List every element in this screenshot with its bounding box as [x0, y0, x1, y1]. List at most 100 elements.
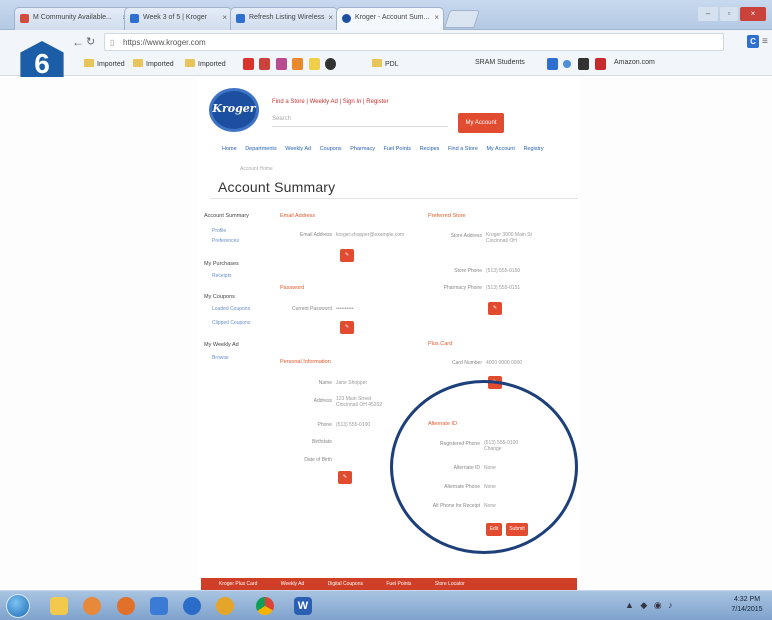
chrome-icon[interactable] [256, 597, 274, 615]
close-tab-icon[interactable]: × [434, 13, 439, 22]
minimize-button[interactable]: – [698, 7, 718, 21]
nav-item-fuel-points[interactable]: Fuel Points [384, 146, 412, 152]
nav-item-coupons[interactable]: Coupons [320, 146, 342, 152]
back-arrow-icon[interactable]: ← [72, 35, 84, 49]
system-tray-icons[interactable]: ▲ ◆ ◉ ♪ [625, 600, 675, 611]
store-label: Pharmacy Phone [443, 285, 482, 291]
start-button[interactable] [6, 594, 30, 618]
bookmark-icon[interactable] [325, 58, 336, 70]
bookmark-icon[interactable] [547, 58, 558, 70]
bookmark-label: Imported [198, 61, 226, 68]
nav-item-find-store[interactable]: Find a Store [448, 146, 478, 152]
sidebar-subitem[interactable]: Clipped Coupons [212, 320, 250, 326]
browser-tab-2[interactable]: Week 3 of 5 | Kroger × [124, 7, 232, 30]
bookmark-icon[interactable] [595, 58, 606, 70]
title-divider [210, 198, 578, 199]
sidebar-subitem[interactable]: Browse [212, 355, 229, 361]
folder-icon [372, 59, 382, 67]
browser-tab-1[interactable]: M Community Available... × [14, 7, 132, 30]
edit-password-button[interactable]: ✎ [340, 321, 354, 334]
nav-item-weekly-ad[interactable]: Weekly Ad [285, 146, 311, 152]
bookmark-folder-imported-2[interactable]: Imported [133, 59, 174, 68]
footer-link[interactable]: Digital Coupons [328, 581, 363, 587]
close-tab-icon[interactable]: × [328, 13, 333, 22]
extension-icon[interactable]: C [747, 35, 759, 48]
password-section-title: Password [280, 285, 305, 291]
footer-link[interactable]: Kroger Plus Card [219, 581, 257, 587]
bookmark-folder-imported-3[interactable]: Imported [185, 59, 226, 68]
close-window-button[interactable]: × [740, 7, 766, 21]
bookmark-icon[interactable] [563, 60, 571, 68]
sidebar-subitem[interactable]: Loaded Coupons [212, 306, 250, 312]
firefox-icon[interactable] [117, 597, 135, 615]
plus-card-section-title: Plus Card [428, 341, 453, 347]
new-tab-button[interactable] [444, 10, 480, 28]
browser-tab-4-active[interactable]: Kroger - Account Sum... × [336, 7, 444, 30]
maximize-button[interactable]: ▫ [720, 7, 738, 21]
bookmark-sram-students[interactable]: SRAM Students [475, 59, 525, 66]
close-tab-icon[interactable]: × [222, 13, 227, 22]
taskbar-clock[interactable]: 4:32 PM 7/14/2015 [728, 595, 766, 615]
bookmark-label: SRAM Students [475, 59, 525, 66]
bookmark-folder-imported-1[interactable]: Imported [84, 59, 125, 68]
nav-item-departments[interactable]: Departments [245, 146, 277, 152]
tab-label: Week 3 of 5 | Kroger [143, 14, 207, 21]
browser-toolbar: ← ↻ ▯ https://www.kroger.com [0, 30, 772, 54]
sidebar-item-my-purchases[interactable]: My Purchases [204, 261, 239, 267]
browser-menu-icon[interactable]: ≡ [762, 36, 768, 47]
step-badge-number: 6 [34, 48, 50, 79]
window-controls: – ▫ × [696, 3, 766, 21]
kroger-favicon-icon [342, 14, 351, 23]
address-bar[interactable]: ▯ https://www.kroger.com [104, 33, 724, 51]
edit-email-button[interactable]: ✎ [340, 249, 354, 262]
reload-icon[interactable]: ↻ [86, 35, 95, 48]
personal-info-label: Date of Birth [304, 457, 332, 463]
edit-personal-info-button[interactable]: ✎ [338, 471, 352, 484]
bookmark-icon[interactable] [259, 58, 270, 70]
tab-label: M Community Available... [33, 14, 112, 21]
app-icon[interactable] [150, 597, 168, 615]
email-label: Email Address [300, 232, 332, 238]
nav-item-registry[interactable]: Registry [523, 146, 543, 152]
sidebar-item-my-coupons[interactable]: My Coupons [204, 294, 235, 300]
sidebar-item-account-summary[interactable]: Account Summary [204, 213, 249, 219]
password-label: Current Password [291, 306, 332, 312]
my-account-button[interactable]: My Account [458, 113, 504, 133]
sidebar-item-my-weekly-ad[interactable]: My Weekly Ad [204, 342, 239, 348]
sidebar-subitem[interactable]: Receipts [212, 273, 231, 279]
bookmark-icon[interactable] [309, 58, 320, 70]
ie-icon[interactable] [183, 597, 201, 615]
annotation-highlight-circle [390, 380, 578, 554]
word-icon[interactable]: W [294, 597, 312, 615]
sidebar-subitem[interactable]: Profile [212, 228, 226, 234]
email-section-title: Email Address [280, 213, 316, 219]
nav-item-my-account[interactable]: My Account [486, 146, 514, 152]
bookmark-icon[interactable] [578, 58, 589, 70]
browser-tab-bar: M Community Available... × Week 3 of 5 |… [0, 0, 772, 30]
nav-item-pharmacy[interactable]: Pharmacy [350, 146, 375, 152]
sidebar-subitem[interactable]: Preferences [212, 238, 239, 244]
header-links[interactable]: Find a Store | Weekly Ad | Sign In | Reg… [272, 99, 389, 105]
footer-link[interactable]: Weekly Ad [281, 581, 305, 587]
bookmark-icon[interactable] [243, 58, 254, 70]
bookmark-folder-pdl[interactable]: PDL [372, 59, 399, 68]
edit-pencil-icon: ✎ [492, 305, 498, 311]
explorer-folder-icon[interactable] [50, 597, 68, 615]
bookmark-icon[interactable] [276, 58, 287, 70]
footer-link[interactable]: Fuel Points [386, 581, 411, 587]
nav-item-recipes[interactable]: Recipes [420, 146, 440, 152]
footer-link[interactable]: Store Locator [435, 581, 465, 587]
media-player-icon[interactable] [83, 597, 101, 615]
site-search-input[interactable]: Search [272, 113, 448, 127]
personal-info-value: 123 Main Street Cincinnati OH 45202 [336, 396, 383, 408]
edit-store-button[interactable]: ✎ [488, 302, 502, 315]
bookmark-icon[interactable] [292, 58, 303, 70]
app-icon[interactable] [216, 597, 234, 615]
nav-item-home[interactable]: Home [222, 146, 237, 152]
bookmark-amazon[interactable]: Amazon.com [614, 59, 655, 66]
browser-tab-3[interactable]: Refresh Listing Wireless × [230, 7, 338, 30]
personal-info-label: Phone [317, 422, 332, 428]
site-icon [130, 14, 139, 23]
tab-label: Refresh Listing Wireless [249, 14, 325, 21]
breadcrumb[interactable]: Account Home [240, 166, 273, 172]
